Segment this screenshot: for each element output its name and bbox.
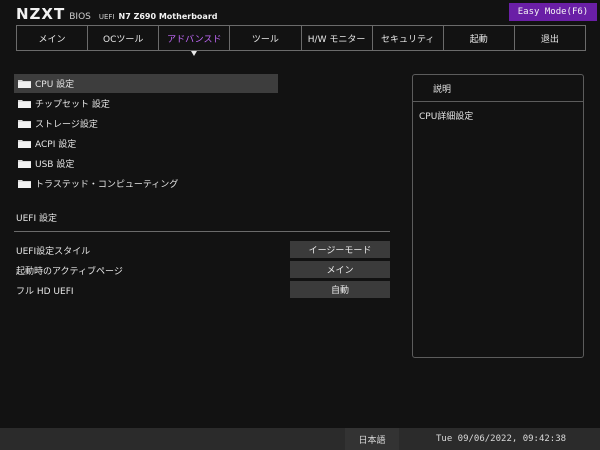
menu-item-acpi[interactable]: ACPI 設定 [14, 134, 278, 153]
setting-label: 起動時のアクティブページ [16, 267, 123, 277]
tab-label: 起動 [469, 34, 488, 45]
tab-exit[interactable]: 退出 [513, 26, 586, 50]
tab-label: OCツール [103, 34, 144, 45]
tab-bar: メイン OCツール アドバンスド ツール H/W モニター セキュリティ 起動 … [16, 25, 586, 56]
tab-main[interactable]: メイン [16, 26, 87, 50]
menu-item-trusted-computing[interactable]: トラステッド・コンピューティング [14, 174, 278, 193]
tab-label: H/W モニター [307, 34, 366, 45]
menu-item-chipset[interactable]: チップセット 設定 [14, 94, 278, 113]
tab-security[interactable]: セキュリティ [371, 26, 443, 50]
folder-icon [18, 79, 31, 88]
menu-item-label: トラステッド・コンピューティング [35, 180, 179, 190]
menu-item-label: チップセット 設定 [35, 100, 110, 110]
tab-hw-monitor[interactable]: H/W モニター [300, 26, 372, 50]
easy-mode-button[interactable]: Easy Mode(F6) [509, 3, 597, 21]
folder-icon [18, 119, 31, 128]
description-title: 説明 [413, 75, 583, 102]
brand-model: N7 Z690 Motherboard [118, 12, 218, 21]
uefi-section-title: UEFI 設定 [16, 214, 57, 224]
setting-label: UEFI設定スタイル [16, 247, 91, 257]
menu-item-label: USB 設定 [35, 160, 75, 170]
tab-oc-tools[interactable]: OCツール [87, 26, 158, 50]
setting-row-full-hd: フル HD UEFI 自動 [16, 281, 392, 299]
footer-bar: 日本語 Tue 09/06/2022, 09:42:38 [0, 428, 600, 450]
menu-item-cpu[interactable]: CPU 設定 [14, 74, 278, 93]
description-text: CPU詳細設定 [419, 112, 474, 122]
uefi-style-select[interactable]: イージーモード [290, 241, 390, 258]
language-button[interactable]: 日本語 [345, 428, 399, 450]
section-divider [14, 231, 390, 232]
tab-label: ツール [251, 34, 279, 45]
menu-item-storage[interactable]: ストレージ設定 [14, 114, 278, 133]
active-tab-indicator-icon [191, 51, 198, 56]
folder-icon [18, 159, 31, 168]
menu-item-label: ストレージ設定 [35, 120, 98, 130]
brand-logo: NZXT [16, 5, 66, 23]
setting-label: フル HD UEFI [16, 287, 74, 297]
folder-icon [18, 139, 31, 148]
brand-uefi: UEFI [98, 13, 115, 21]
setting-row-startup-page: 起動時のアクティブページ メイン [16, 261, 392, 279]
brand-bios: BIOS [69, 12, 91, 22]
tab-advanced[interactable]: アドバンスド [158, 26, 229, 56]
full-hd-select[interactable]: 自動 [290, 281, 390, 298]
startup-page-select[interactable]: メイン [290, 261, 390, 278]
header-bar: NZXT BIOS UEFI N7 Z690 Motherboard Easy … [0, 0, 600, 26]
menu-item-label: CPU 設定 [35, 80, 75, 90]
tab-label: アドバンスド [167, 34, 222, 45]
tab-tools[interactable]: ツール [229, 26, 300, 50]
folder-icon [18, 179, 31, 188]
tab-boot[interactable]: 起動 [442, 26, 514, 50]
folder-icon [18, 99, 31, 108]
advanced-menu: CPU 設定 チップセット 設定 ストレージ設定 ACPI 設定 USB 設定 … [14, 74, 278, 194]
datetime-display: Tue 09/06/2022, 09:42:38 [436, 434, 567, 444]
menu-item-usb[interactable]: USB 設定 [14, 154, 278, 173]
setting-row-uefi-style: UEFI設定スタイル イージーモード [16, 241, 392, 259]
menu-item-label: ACPI 設定 [35, 140, 77, 150]
description-panel: 説明 CPU詳細設定 [412, 74, 584, 358]
tab-label: セキュリティ [380, 34, 435, 45]
brand: NZXT BIOS UEFI N7 Z690 Motherboard [16, 5, 218, 23]
tab-label: メイン [38, 34, 66, 45]
tab-label: 退出 [540, 34, 559, 45]
